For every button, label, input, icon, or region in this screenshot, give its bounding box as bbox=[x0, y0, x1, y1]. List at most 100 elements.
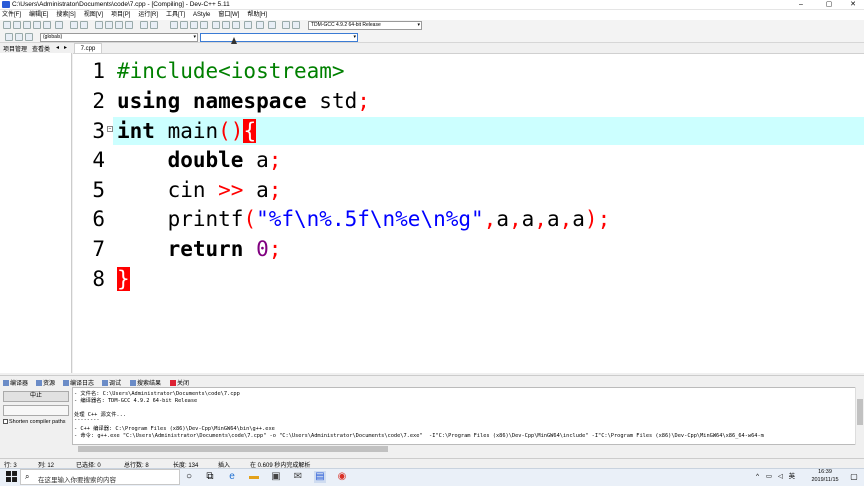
find-next-icon[interactable] bbox=[115, 21, 123, 29]
code-token: ; bbox=[268, 237, 282, 261]
stop-compile-button[interactable]: 中止 bbox=[3, 391, 69, 402]
line-number: 4 bbox=[92, 148, 105, 172]
function-select[interactable]: ▾ bbox=[200, 33, 358, 42]
scroll-thumb[interactable] bbox=[78, 446, 388, 452]
delete-profile-icon[interactable] bbox=[232, 21, 240, 29]
tab-compiler[interactable]: 编译器 bbox=[3, 378, 28, 387]
menu-file[interactable]: 文件[F] bbox=[2, 10, 21, 20]
rebuild-icon[interactable] bbox=[200, 21, 208, 29]
fold-toggle-icon[interactable]: − bbox=[107, 126, 113, 132]
shorten-paths-option[interactable]: Shorten compiler paths bbox=[3, 419, 66, 425]
task-view-icon[interactable]: ⧉ bbox=[204, 471, 216, 483]
run-icon[interactable] bbox=[180, 21, 188, 29]
devcpp-taskbar-icon[interactable]: ▤ bbox=[314, 471, 326, 483]
add-to-project-icon[interactable] bbox=[140, 21, 148, 29]
code-token: ); bbox=[584, 207, 611, 231]
line-number: 6 bbox=[92, 207, 105, 231]
chrome-icon[interactable]: ◉ bbox=[336, 471, 348, 483]
log-horizontal-scrollbar[interactable] bbox=[72, 445, 856, 453]
print-icon[interactable] bbox=[55, 21, 63, 29]
toggle-bookmark-icon[interactable] bbox=[15, 33, 23, 41]
compile-run-icon[interactable] bbox=[190, 21, 198, 29]
tab-next-arrow-icon[interactable]: ▸ bbox=[64, 44, 67, 51]
log-line: - 编译器名: TDM-GCC 4.9.2 64-bit Release bbox=[74, 398, 198, 404]
chevron-down-icon: ▾ bbox=[353, 34, 356, 40]
tab-debug[interactable]: 调试 bbox=[102, 378, 121, 387]
store-icon[interactable]: ▣ bbox=[270, 471, 282, 483]
clock-time: 16:39 bbox=[818, 469, 832, 475]
debug-icon bbox=[102, 380, 108, 386]
goto-bookmark-icon[interactable] bbox=[25, 33, 33, 41]
tab-resources[interactable]: 资源 bbox=[36, 378, 55, 387]
code-token: , bbox=[483, 207, 497, 231]
menu-view[interactable]: 视图[V] bbox=[84, 10, 103, 20]
line-number: 3 bbox=[92, 119, 105, 143]
tab-close[interactable]: 关闭 bbox=[170, 378, 189, 387]
taskbar-clock[interactable]: 16:39 2019/11/15 bbox=[805, 468, 845, 484]
new-file-icon[interactable] bbox=[3, 21, 11, 29]
project-panel[interactable] bbox=[0, 53, 72, 373]
windows-start-icon[interactable] bbox=[6, 471, 17, 482]
undo-icon[interactable] bbox=[70, 21, 78, 29]
scroll-thumb[interactable] bbox=[857, 399, 863, 425]
compile-icon[interactable] bbox=[170, 21, 178, 29]
check-icon[interactable] bbox=[256, 21, 264, 29]
code-token: 0 bbox=[256, 237, 269, 261]
menu-run[interactable]: 运行[R] bbox=[138, 10, 158, 20]
open-file-icon[interactable] bbox=[13, 21, 21, 29]
tab-file[interactable]: 7.cpp bbox=[74, 43, 102, 53]
ime-indicator[interactable]: 英 bbox=[789, 473, 796, 480]
find-icon[interactable] bbox=[95, 21, 103, 29]
tray-expand-icon[interactable]: ^ bbox=[756, 473, 759, 480]
menu-edit[interactable]: 编辑[E] bbox=[29, 10, 48, 20]
stop-icon[interactable] bbox=[268, 21, 276, 29]
menu-help[interactable]: 帮助[H] bbox=[247, 10, 267, 20]
replace-icon[interactable] bbox=[105, 21, 113, 29]
globals-select[interactable]: (globals) ▾ bbox=[40, 33, 198, 42]
tab-class-browser[interactable]: 查看类 bbox=[32, 44, 50, 53]
log-vertical-scrollbar[interactable] bbox=[855, 387, 863, 445]
maximize-button[interactable]: ▢ bbox=[818, 0, 840, 10]
menu-search[interactable]: 搜索[S] bbox=[56, 10, 75, 20]
file-explorer-icon[interactable]: ▬ bbox=[248, 471, 260, 483]
network-icon[interactable]: ▭ bbox=[766, 473, 772, 480]
menu-astyle[interactable]: AStyle bbox=[193, 10, 210, 20]
grid-icon[interactable] bbox=[244, 21, 252, 29]
menu-tools[interactable]: 工具[T] bbox=[166, 10, 185, 20]
chart2-icon[interactable] bbox=[292, 21, 300, 29]
close-button[interactable]: ✕ bbox=[842, 0, 864, 10]
volume-icon[interactable]: ◁ bbox=[778, 473, 783, 480]
insert-icon[interactable] bbox=[5, 33, 13, 41]
cortana-icon[interactable]: ○ bbox=[183, 471, 195, 483]
profile-icon[interactable] bbox=[222, 21, 230, 29]
code-token: using namespace bbox=[117, 89, 307, 113]
redo-icon[interactable] bbox=[80, 21, 88, 29]
checkbox[interactable] bbox=[3, 419, 8, 424]
tab-prev-arrow-icon[interactable]: ◂ bbox=[56, 44, 59, 51]
status-bar: 行: 3 列: 12 已选择: 0 总行数: 8 长度: 134 插入 在 0.… bbox=[0, 458, 864, 469]
save-icon[interactable] bbox=[23, 21, 31, 29]
mail-icon[interactable]: ✉ bbox=[292, 471, 304, 483]
taskbar-search-input[interactable]: ⌕ 在这里输入你要搜索的内容 bbox=[20, 469, 180, 485]
close-file-icon[interactable] bbox=[43, 21, 51, 29]
code-line-6: printf("%f\n%.5f\n%e\n%g",a,a,a,a); bbox=[117, 207, 611, 231]
menu-window[interactable]: 窗口[W] bbox=[218, 10, 239, 20]
remove-from-project-icon[interactable] bbox=[150, 21, 158, 29]
menu-project[interactable]: 项目[P] bbox=[111, 10, 130, 20]
debug-icon[interactable] bbox=[212, 21, 220, 29]
tab-search-results[interactable]: 搜索结果 bbox=[130, 378, 161, 387]
tab-compile-log[interactable]: 编译日志 bbox=[63, 378, 94, 387]
chart-icon[interactable] bbox=[282, 21, 290, 29]
clock-date: 2019/11/15 bbox=[811, 477, 839, 483]
resources-icon bbox=[36, 380, 42, 386]
tab-project-manager[interactable]: 项目管理 bbox=[3, 44, 27, 53]
edge-browser-icon[interactable]: e bbox=[226, 471, 238, 483]
compiler-select[interactable]: TDM-GCC 4.9.2 64-bit Release ▾ bbox=[308, 21, 422, 30]
save-all-icon[interactable] bbox=[33, 21, 41, 29]
goto-line-icon[interactable] bbox=[125, 21, 133, 29]
line-number: 1 bbox=[92, 59, 105, 83]
notification-icon[interactable]: ▢ bbox=[848, 471, 860, 483]
line-number: 5 bbox=[92, 178, 105, 202]
minimize-button[interactable]: – bbox=[790, 0, 812, 10]
code-line-4: double a; bbox=[167, 148, 282, 172]
